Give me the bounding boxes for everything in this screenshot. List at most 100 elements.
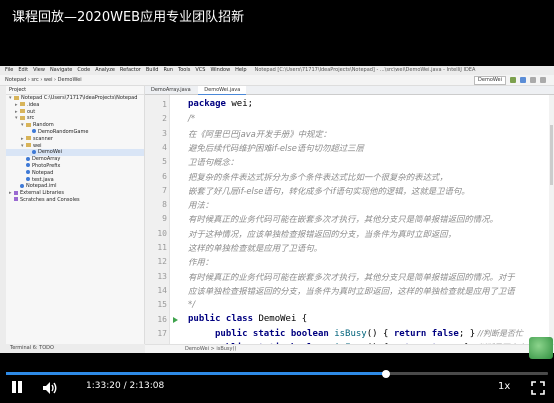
search-icon[interactable] [540,77,546,83]
tree-item[interactable]: Scratches and Consoles [6,197,144,204]
line-number: 12 [157,257,167,267]
tree-item[interactable]: ▾ src [6,115,144,122]
window-path: Notepad [C:\Users\71717\IdeaProjects\Not… [254,67,476,73]
menu-window[interactable]: Window [210,67,230,73]
scrollbar-thumb[interactable] [550,125,553,185]
keyword: public static boolean [215,328,329,339]
comment-text: 卫语句概念： [188,157,239,168]
tree-item[interactable]: ▾ Notepad C:\Users\71717\IdeaProjects\Not… [6,95,144,102]
folder-icon [26,136,31,141]
tree-item[interactable]: DemoRandomGame [6,129,144,136]
project-panel-header[interactable]: Project [6,86,144,95]
folder-icon [20,102,25,107]
tree-item-label: Notepad.iml [26,183,57,190]
line-number: 17 [157,328,167,338]
tree-item-label: wei [33,142,42,149]
tree-item[interactable]: Notepad.iml [6,183,144,190]
menu-vcs[interactable]: VCS [195,67,205,73]
progress-bar[interactable] [6,369,548,378]
menu-code[interactable]: Code [77,67,90,73]
tree-item-label: DemoRandomGame [38,128,89,135]
time-separator: / [123,381,127,391]
folder-icon [14,95,19,100]
java-file-icon [32,149,36,154]
debug-icon[interactable] [520,77,526,83]
menu-file[interactable]: File [5,67,13,73]
tree-item-label: Scratches and Consoles [20,196,80,203]
line-number: 4 [162,142,167,152]
tree-item[interactable]: DemoArray [6,156,144,163]
line-number: 7 [162,185,167,195]
tree-item[interactable]: ▸ External Libraries [6,190,144,197]
line-number: 15 [157,300,167,310]
nav-crumbs[interactable]: Notepad › src › wei › DemoWei [5,77,82,83]
code-text: DemoWei { [253,313,308,324]
menu-edit[interactable]: Edit [18,67,28,73]
code-text: ; } [458,328,476,339]
comment-text: 嵌套了好几层if-else语句，转化成多个if语句实现他的逻辑，这就是卫语句。 [188,185,470,196]
code-line: 把复杂的条件表达式拆分为多个条件表达式比如一个很复杂的表达式， [188,171,448,183]
line-number: 5 [162,157,167,167]
tree-item[interactable]: ▾ Random [6,122,144,129]
run-icon[interactable] [510,77,516,83]
progress-knob[interactable] [381,369,390,378]
library-icon [14,190,18,195]
tree-item[interactable]: ▾ wei [6,143,144,150]
line-number: 1 [162,100,167,109]
menu-refactor[interactable]: Refactor [120,67,141,73]
run-config-select[interactable]: DemoWei [474,75,506,85]
menu-navigate[interactable]: Navigate [50,67,72,73]
ide-window: File Edit View Navigate Code Analyze Refactor B… [0,66,554,353]
channel-logo [529,337,553,359]
java-file-icon [20,183,24,188]
pause-button[interactable] [10,380,24,394]
tree-item-label: External Libraries [20,190,64,197]
menu-analyze[interactable]: Analyze [95,67,115,73]
stop-icon[interactable] [530,77,536,83]
playback-speed-button[interactable]: 1x [498,381,510,392]
java-file-icon [26,177,30,182]
code-line: 对于这种情况，应该单独检查报错返回的分支，当条件为真时立即返回， [188,228,456,240]
tab-demowei[interactable]: DemoWei.java [198,86,247,95]
tree-item-label: test.java [32,176,54,183]
editor-scrollbar[interactable] [549,95,554,344]
menu-build[interactable]: Build [146,67,159,73]
progress-fill [6,372,386,375]
menu-tools[interactable]: Tools [178,67,190,73]
code-line: public class DemoWei { [188,314,307,324]
comment-text: 这样的单独检查就是应用了卫语句。 [188,243,322,253]
menu-run[interactable]: Run [163,67,173,73]
line-number: 8 [162,200,167,210]
code-editor[interactable]: 1 package wei; 2 /* 3 在《阿里巴巴java开发手册》中规定： 4 避免后… [145,95,554,344]
tab-demoarray[interactable]: DemoArray.java [145,86,197,94]
code-line: 嵌套了好几层if-else语句，转化成多个if语句实现他的逻辑，这就是卫语句。 [188,185,470,197]
tree-item[interactable]: Notepad [6,170,144,177]
comment-text: 作用： [188,257,214,268]
tree-item[interactable]: ▸ out [6,109,144,116]
fullscreen-icon[interactable] [531,380,545,395]
code-breadcrumb[interactable]: DemoWei > isBusy() [145,344,554,353]
keyword: public class [188,313,254,324]
tree-item-label: out [27,108,36,115]
tree-item[interactable]: ▸ .idea [6,102,144,109]
inline-comment: //判断是否忙 [475,328,524,338]
tree-item[interactable]: DemoWei [6,149,144,157]
tree-item[interactable]: ▸ scanner [6,136,144,143]
code-line: package wei; [188,99,253,109]
volume-icon[interactable] [42,380,58,394]
java-file-icon [26,156,30,161]
menu-view[interactable]: View [33,67,45,73]
java-file-icon [26,170,30,175]
ide-statusbar[interactable]: Terminal 6: TODO [0,344,145,353]
library-icon [14,197,18,202]
run-gutter-icon[interactable] [173,316,178,323]
tree-item-label: Notepad C:\Users\71717\IdeaProjects\Note… [21,95,138,101]
line-number: 10 [157,228,167,238]
comment-text: 有时候真正的业务代码可能在嵌套多次才执行，其他分支只是简单报错返回的情况。 [188,214,498,225]
duration: 2:13:08 [129,381,165,391]
ide-menubar: File Edit View Navigate Code Analyze Refactor B… [0,66,554,75]
tree-item[interactable]: test.java [6,177,144,184]
menu-help[interactable]: Help [235,67,246,73]
tree-item[interactable]: PhotoPrefix [6,163,144,170]
tree-item-label: DemoWei [38,149,62,156]
